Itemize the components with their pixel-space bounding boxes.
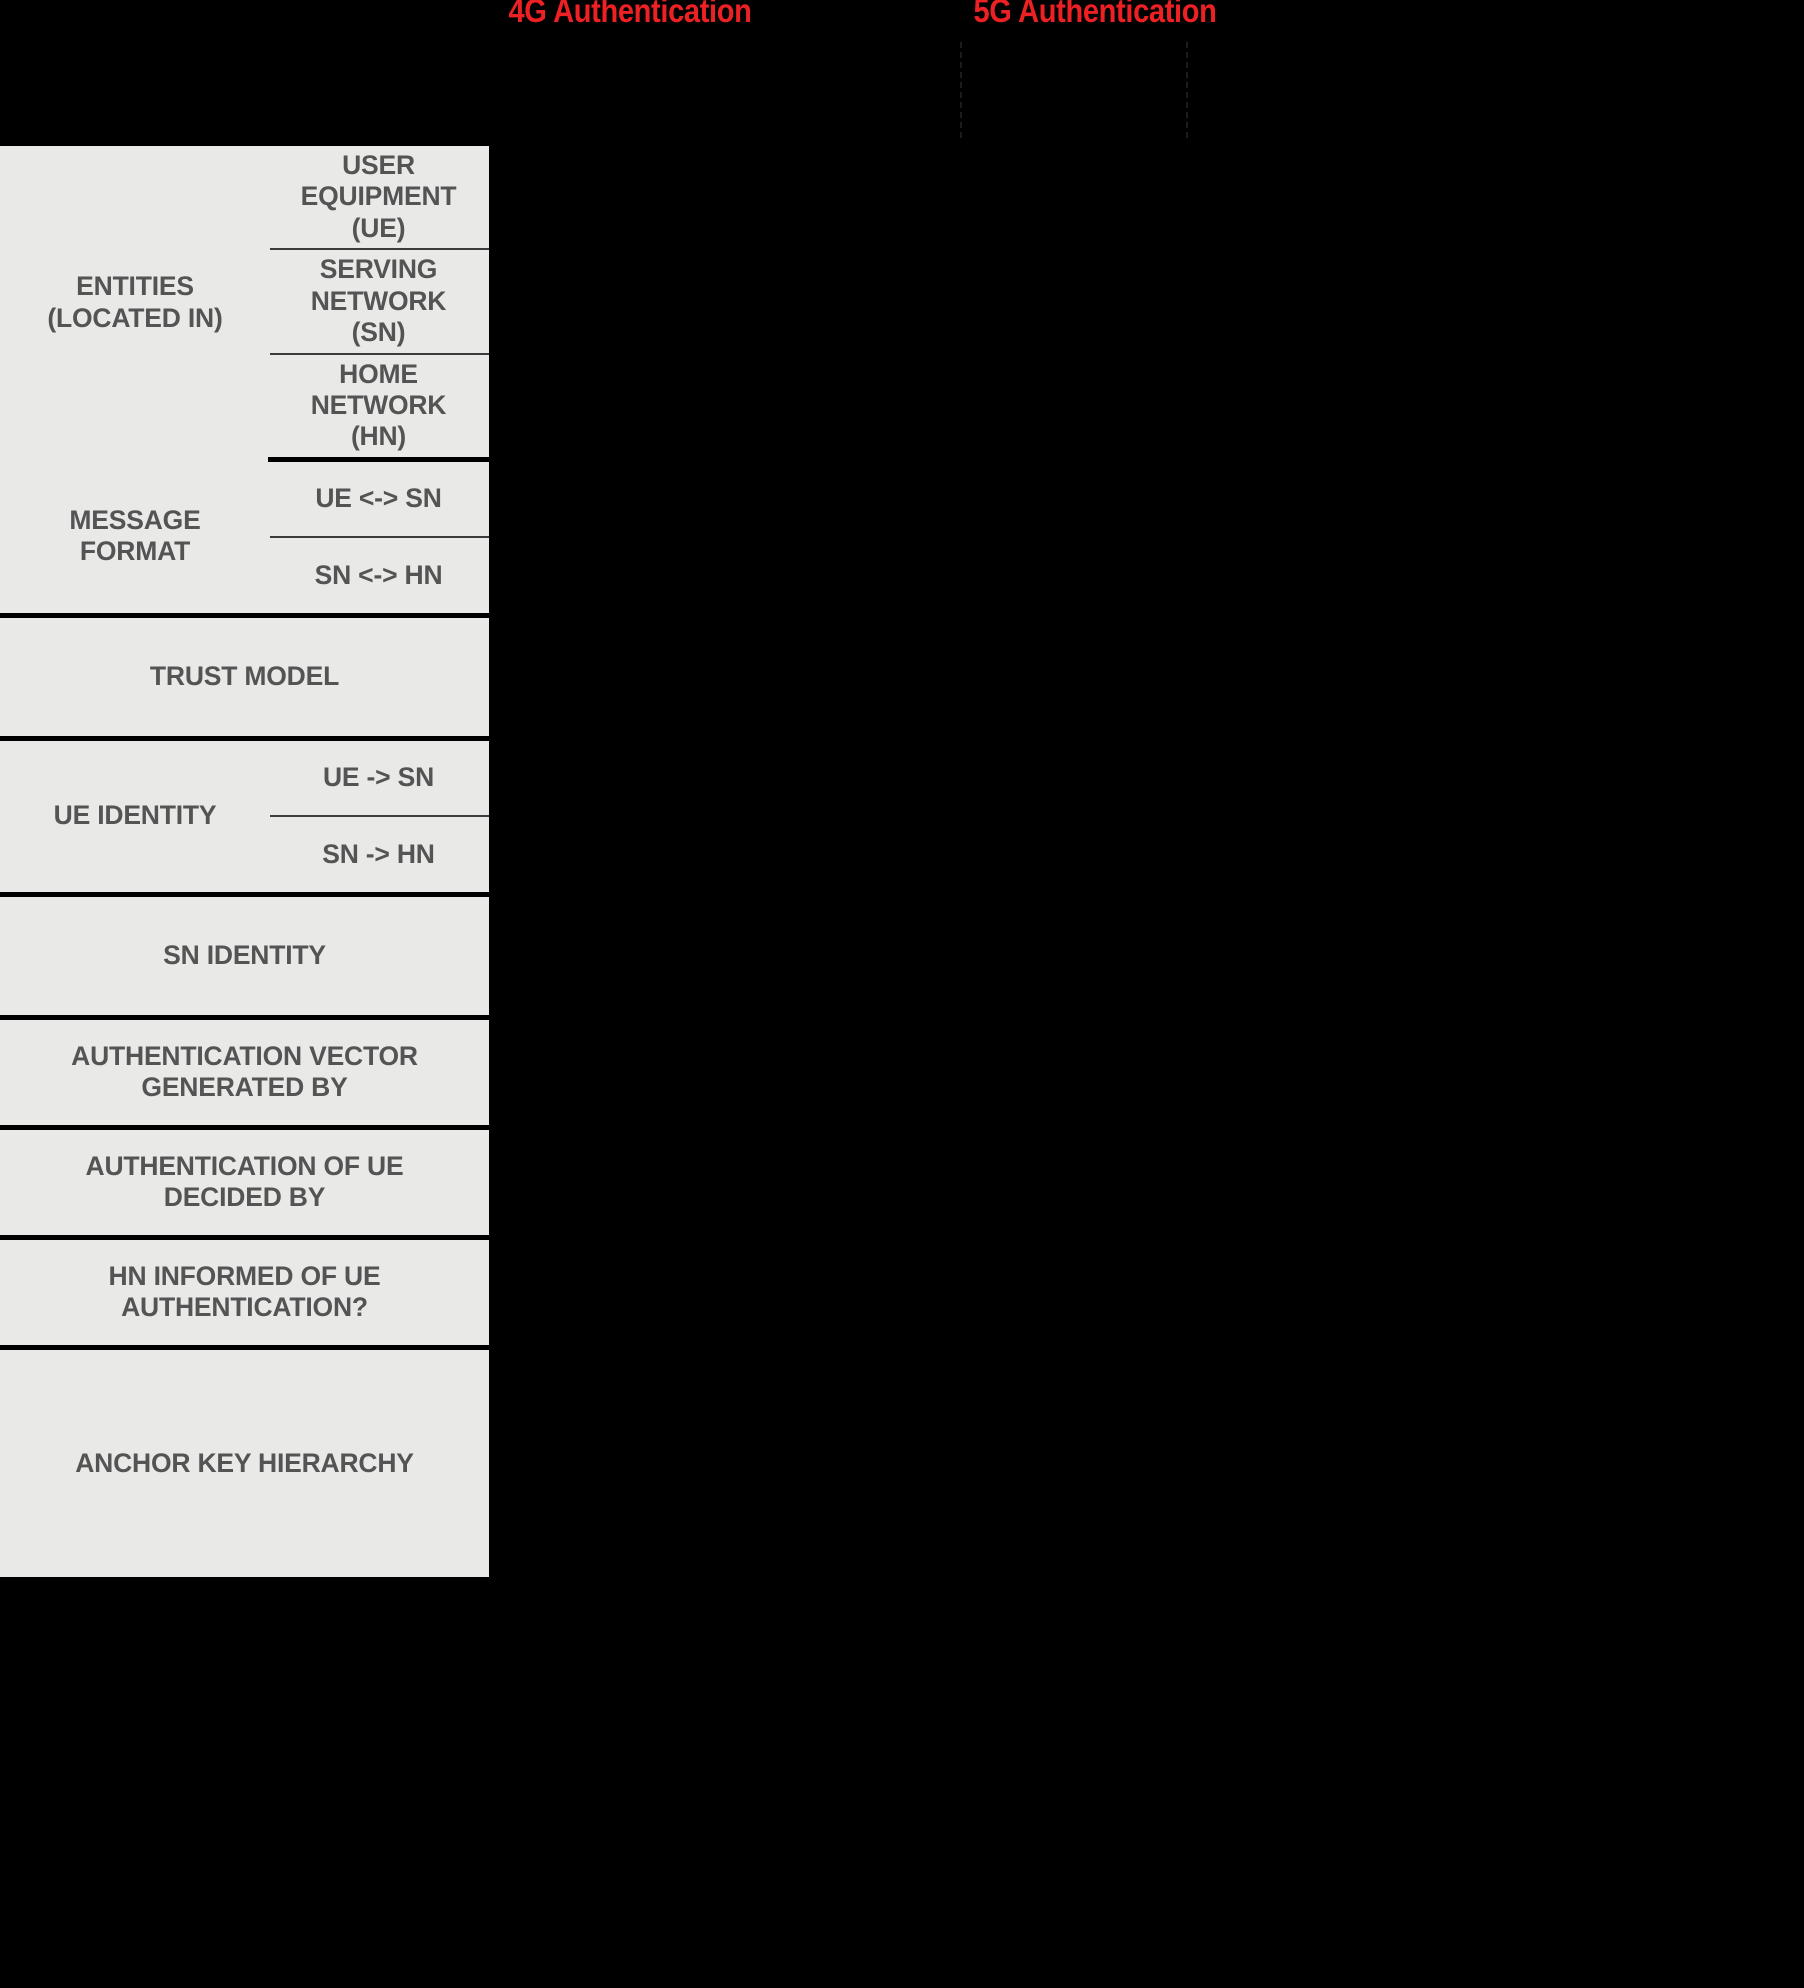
row-label-hn-informed-of-ue-auth: HN INFORMED OF UE AUTHENTICATION? [0, 1237, 489, 1350]
row-label-message-format: MESSAGE FORMAT [0, 459, 270, 618]
subrow-ue-sn-message: UE <-> SN [268, 459, 489, 539]
row-label-line2: FORMAT [79, 535, 191, 566]
table-row: SN IDENTITY [0, 894, 489, 1020]
table-row: UE IDENTITY UE -> SN [0, 738, 489, 897]
table-row: ANCHOR KEY HIERARCHY [0, 1347, 489, 1578]
table-row: TRUST MODEL [0, 615, 489, 741]
subrow-line1: USER EQUIPMENT [300, 150, 457, 212]
row-label-line1: MESSAGE [69, 504, 201, 535]
subrow-line2: (UE) [351, 212, 406, 243]
row-label-auth-of-ue-decided-by: AUTHENTICATION OF UE DECIDED BY [0, 1127, 489, 1240]
row-label-line1: AUTHENTICATION VECTOR [71, 1040, 418, 1071]
column-separator-left [960, 42, 962, 138]
column-separator-right [1186, 42, 1188, 138]
subrow-line1: UE -> SN [322, 762, 435, 793]
row-label-anchor-key-hierarchy: ANCHOR KEY HIERARCHY [0, 1347, 489, 1578]
subrow-line3: (SN) [351, 316, 406, 347]
row-label-line2: GENERATED BY [141, 1072, 348, 1103]
row-label-entities: ENTITIES (LOCATED IN) [0, 146, 270, 460]
row-label-auth-vector-generated-by: AUTHENTICATION VECTOR GENERATED BY [0, 1017, 489, 1130]
row-label-sn-identity: SN IDENTITY [0, 894, 489, 1020]
table-row: AUTHENTICATION OF UE DECIDED BY [0, 1127, 489, 1240]
subrow-line1: UE <-> SN [315, 483, 442, 514]
subrow-ue-to-sn: UE -> SN [268, 738, 489, 818]
subrow-sn-to-hn: SN -> HN [268, 816, 489, 897]
subrow-line1: SN <-> HN [314, 559, 443, 590]
column-header-4g: 4G Authentication [508, 0, 752, 29]
subrow-home-network: HOME NETWORK (HN) [268, 353, 489, 462]
table-row: AUTHENTICATION VECTOR GENERATED BY [0, 1017, 489, 1130]
row-label-line2: (LOCATED IN) [47, 302, 223, 333]
subrow-line2: NETWORK [310, 285, 447, 316]
subrow-sn-hn-message: SN <-> HN [268, 537, 489, 618]
row-label-line1: HN INFORMED OF UE [108, 1260, 381, 1291]
table-row: ENTITIES (LOCATED IN) USER EQUIPMENT (UE… [0, 146, 489, 460]
subrow-line1: SERVING [319, 254, 438, 285]
table-row: MESSAGE FORMAT UE <-> SN [0, 459, 489, 618]
row-label-line1: AUTHENTICATION OF UE [85, 1150, 404, 1181]
attribute-comparison-table: ENTITIES (LOCATED IN) USER EQUIPMENT (UE… [0, 146, 489, 1578]
table-row: HN INFORMED OF UE AUTHENTICATION? [0, 1237, 489, 1350]
row-label-line2: DECIDED BY [163, 1182, 326, 1213]
row-label-line1: ENTITIES [76, 271, 194, 302]
row-label-line2: AUTHENTICATION? [121, 1292, 368, 1323]
column-header-5g: 5G Authentication [973, 0, 1217, 29]
subrow-line2: (HN) [350, 421, 407, 452]
subrow-line1: HOME NETWORK [310, 358, 447, 421]
subrow-serving-network: SERVING NETWORK (SN) [268, 248, 489, 355]
subrow-line1: SN -> HN [322, 838, 435, 869]
subrow-user-equipment: USER EQUIPMENT (UE) [268, 146, 489, 250]
row-label-trust-model: TRUST MODEL [0, 615, 489, 741]
row-label-ue-identity: UE IDENTITY [0, 738, 270, 897]
